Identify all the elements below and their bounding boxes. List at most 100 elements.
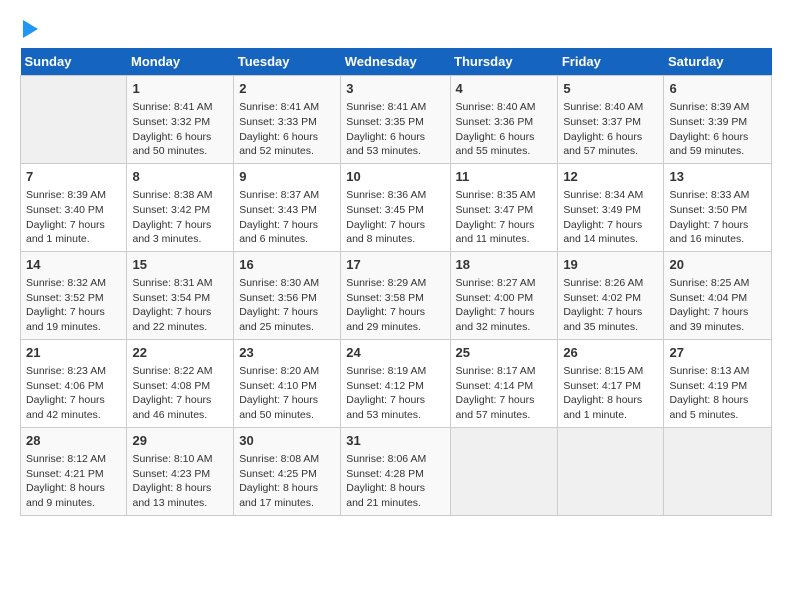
day-info: Sunrise: 8:41 AM Sunset: 3:32 PM Dayligh… (132, 100, 228, 159)
calendar-cell: 8 Sunrise: 8:38 AM Sunset: 3:42 PM Daylig… (127, 163, 234, 251)
calendar-cell: 22 Sunrise: 8:22 AM Sunset: 4:08 PM Dayli… (127, 339, 234, 427)
day-number: 30 (239, 432, 335, 450)
calendar-cell: 15 Sunrise: 8:31 AM Sunset: 3:54 PM Dayli… (127, 251, 234, 339)
day-number: 21 (26, 344, 121, 362)
calendar-cell: 28Sunrise: 8:12 AM Sunset: 4:21 PM Dayli… (21, 427, 127, 515)
calendar-cell: 26 Sunrise: 8:15 AM Sunset: 4:17 PM Dayli… (558, 339, 664, 427)
day-info: Sunrise: 8:15 AM Sunset: 4:17 PM Dayligh… (563, 364, 658, 423)
day-number: 2 (239, 80, 335, 98)
calendar-week-row: 1Sunrise: 8:41 AM Sunset: 3:32 PM Daylig… (21, 76, 772, 164)
calendar-cell: 13Sunrise: 8:33 AM Sunset: 3:50 PM Dayli… (664, 163, 772, 251)
day-number: 22 (132, 344, 228, 362)
calendar-cell: 10Sunrise: 8:36 AM Sunset: 3:45 PM Dayli… (341, 163, 450, 251)
day-number: 24 (346, 344, 444, 362)
day-info: Sunrise: 8:08 AM Sunset: 4:25 PM Dayligh… (239, 452, 335, 511)
calendar-cell: 24 Sunrise: 8:19 AM Sunset: 4:12 PM Dayli… (341, 339, 450, 427)
weekday-header-monday: Monday (127, 48, 234, 76)
day-info: Sunrise: 8:35 AM Sunset: 3:47 PM Dayligh… (456, 188, 553, 247)
calendar-week-row: 7Sunrise: 8:39 AM Sunset: 3:40 PM Daylig… (21, 163, 772, 251)
calendar-cell: 4 Sunrise: 8:40 AM Sunset: 3:36 PM Daylig… (450, 76, 558, 164)
day-info: Sunrise: 8:13 AM Sunset: 4:19 PM Dayligh… (669, 364, 766, 423)
day-number: 12 (563, 168, 658, 186)
day-info: Sunrise: 8:39 AM Sunset: 3:40 PM Dayligh… (26, 188, 121, 247)
calendar-cell: 5 Sunrise: 8:40 AM Sunset: 3:37 PM Daylig… (558, 76, 664, 164)
day-info: Sunrise: 8:25 AM Sunset: 4:04 PM Dayligh… (669, 276, 766, 335)
calendar-cell (558, 427, 664, 515)
day-number: 17 (346, 256, 444, 274)
day-info: Sunrise: 8:29 AM Sunset: 3:58 PM Dayligh… (346, 276, 444, 335)
calendar-cell: 3Sunrise: 8:41 AM Sunset: 3:35 PM Daylig… (341, 76, 450, 164)
day-number: 14 (26, 256, 121, 274)
day-number: 25 (456, 344, 553, 362)
day-info: Sunrise: 8:34 AM Sunset: 3:49 PM Dayligh… (563, 188, 658, 247)
day-number: 28 (26, 432, 121, 450)
logo-arrow-icon (23, 20, 38, 38)
calendar-header: SundayMondayTuesdayWednesdayThursdayFrid… (21, 48, 772, 76)
weekday-header-saturday: Saturday (664, 48, 772, 76)
weekday-header-sunday: Sunday (21, 48, 127, 76)
day-info: Sunrise: 8:41 AM Sunset: 3:35 PM Dayligh… (346, 100, 444, 159)
weekday-header-row: SundayMondayTuesdayWednesdayThursdayFrid… (21, 48, 772, 76)
day-info: Sunrise: 8:40 AM Sunset: 3:37 PM Dayligh… (563, 100, 658, 159)
calendar-cell: 2Sunrise: 8:41 AM Sunset: 3:33 PM Daylig… (234, 76, 341, 164)
day-info: Sunrise: 8:40 AM Sunset: 3:36 PM Dayligh… (456, 100, 553, 159)
calendar-cell (450, 427, 558, 515)
day-info: Sunrise: 8:19 AM Sunset: 4:12 PM Dayligh… (346, 364, 444, 423)
day-number: 29 (132, 432, 228, 450)
calendar-cell: 23Sunrise: 8:20 AM Sunset: 4:10 PM Dayli… (234, 339, 341, 427)
day-number: 20 (669, 256, 766, 274)
calendar-table: SundayMondayTuesdayWednesdayThursdayFrid… (20, 48, 772, 516)
page-header (20, 20, 772, 38)
weekday-header-wednesday: Wednesday (341, 48, 450, 76)
calendar-cell: 20 Sunrise: 8:25 AM Sunset: 4:04 PM Dayli… (664, 251, 772, 339)
day-number: 11 (456, 168, 553, 186)
calendar-cell: 27Sunrise: 8:13 AM Sunset: 4:19 PM Dayli… (664, 339, 772, 427)
calendar-cell: 11 Sunrise: 8:35 AM Sunset: 3:47 PM Dayli… (450, 163, 558, 251)
calendar-week-row: 21 Sunrise: 8:23 AM Sunset: 4:06 PM Dayli… (21, 339, 772, 427)
calendar-cell: 18 Sunrise: 8:27 AM Sunset: 4:00 PM Dayli… (450, 251, 558, 339)
calendar-cell: 12 Sunrise: 8:34 AM Sunset: 3:49 PM Dayli… (558, 163, 664, 251)
calendar-cell: 14 Sunrise: 8:32 AM Sunset: 3:52 PM Dayli… (21, 251, 127, 339)
day-info: Sunrise: 8:30 AM Sunset: 3:56 PM Dayligh… (239, 276, 335, 335)
day-number: 13 (669, 168, 766, 186)
calendar-cell: 1Sunrise: 8:41 AM Sunset: 3:32 PM Daylig… (127, 76, 234, 164)
day-number: 10 (346, 168, 444, 186)
day-number: 5 (563, 80, 658, 98)
day-number: 26 (563, 344, 658, 362)
day-info: Sunrise: 8:32 AM Sunset: 3:52 PM Dayligh… (26, 276, 121, 335)
day-info: Sunrise: 8:39 AM Sunset: 3:39 PM Dayligh… (669, 100, 766, 159)
day-info: Sunrise: 8:17 AM Sunset: 4:14 PM Dayligh… (456, 364, 553, 423)
weekday-header-tuesday: Tuesday (234, 48, 341, 76)
day-number: 18 (456, 256, 553, 274)
calendar-cell: 21 Sunrise: 8:23 AM Sunset: 4:06 PM Dayli… (21, 339, 127, 427)
calendar-cell: 31Sunrise: 8:06 AM Sunset: 4:28 PM Dayli… (341, 427, 450, 515)
day-number: 8 (132, 168, 228, 186)
day-info: Sunrise: 8:37 AM Sunset: 3:43 PM Dayligh… (239, 188, 335, 247)
day-number: 6 (669, 80, 766, 98)
calendar-body: 1Sunrise: 8:41 AM Sunset: 3:32 PM Daylig… (21, 76, 772, 516)
calendar-week-row: 28Sunrise: 8:12 AM Sunset: 4:21 PM Dayli… (21, 427, 772, 515)
weekday-header-thursday: Thursday (450, 48, 558, 76)
calendar-cell: 16 Sunrise: 8:30 AM Sunset: 3:56 PM Dayli… (234, 251, 341, 339)
day-info: Sunrise: 8:31 AM Sunset: 3:54 PM Dayligh… (132, 276, 228, 335)
calendar-cell (21, 76, 127, 164)
day-number: 19 (563, 256, 658, 274)
calendar-cell (664, 427, 772, 515)
day-number: 4 (456, 80, 553, 98)
day-info: Sunrise: 8:38 AM Sunset: 3:42 PM Dayligh… (132, 188, 228, 247)
day-number: 9 (239, 168, 335, 186)
calendar-cell: 6 Sunrise: 8:39 AM Sunset: 3:39 PM Daylig… (664, 76, 772, 164)
calendar-cell: 29Sunrise: 8:10 AM Sunset: 4:23 PM Dayli… (127, 427, 234, 515)
day-number: 15 (132, 256, 228, 274)
day-info: Sunrise: 8:26 AM Sunset: 4:02 PM Dayligh… (563, 276, 658, 335)
day-info: Sunrise: 8:23 AM Sunset: 4:06 PM Dayligh… (26, 364, 121, 423)
day-info: Sunrise: 8:27 AM Sunset: 4:00 PM Dayligh… (456, 276, 553, 335)
calendar-cell: 30 Sunrise: 8:08 AM Sunset: 4:25 PM Dayli… (234, 427, 341, 515)
day-info: Sunrise: 8:06 AM Sunset: 4:28 PM Dayligh… (346, 452, 444, 511)
day-number: 16 (239, 256, 335, 274)
day-number: 23 (239, 344, 335, 362)
calendar-cell: 9 Sunrise: 8:37 AM Sunset: 3:43 PM Daylig… (234, 163, 341, 251)
calendar-week-row: 14 Sunrise: 8:32 AM Sunset: 3:52 PM Dayli… (21, 251, 772, 339)
day-info: Sunrise: 8:22 AM Sunset: 4:08 PM Dayligh… (132, 364, 228, 423)
calendar-cell: 25 Sunrise: 8:17 AM Sunset: 4:14 PM Dayli… (450, 339, 558, 427)
